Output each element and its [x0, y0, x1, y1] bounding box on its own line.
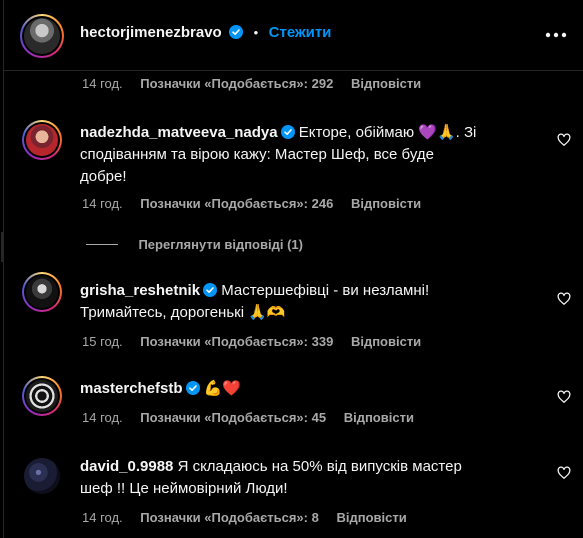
separator-dot: •	[253, 25, 259, 40]
comment-body: masterchefstb 💪❤️	[80, 378, 540, 400]
commenter-avatar-ring[interactable]	[22, 376, 62, 416]
verified-badge-icon	[280, 125, 295, 139]
commenter-username[interactable]: masterchefstb	[80, 380, 183, 397]
like-heart-icon[interactable]	[557, 292, 571, 306]
comment-text-line: шеф !! Це неймовірний Люди!	[80, 480, 288, 497]
replies-divider	[86, 244, 118, 245]
comments-panel: hectorjimenezbravo • Стежити 14 год. Поз…	[1, 0, 583, 538]
comment-item: grisha_reshetnik Мастершефівці - ви незл…	[4, 262, 583, 352]
reply-button[interactable]: Відповісти	[336, 510, 406, 525]
comment-likes[interactable]: Позначки «Подобається»: 339	[140, 334, 333, 349]
comment-text-line: Тримайтесь, дорогенькі 🙏🫶	[80, 304, 286, 321]
commenter-avatar	[26, 124, 58, 156]
verified-badge-icon	[203, 283, 218, 297]
author-avatar-ring[interactable]	[20, 14, 64, 58]
comment-body: nadezhda_matveeva_nadya Екторе, обіймаю …	[80, 122, 540, 188]
comment-time[interactable]: 14 год.	[82, 196, 123, 211]
commenter-avatar-ring[interactable]	[22, 120, 62, 160]
reply-button[interactable]: Відповісти	[351, 196, 421, 211]
comment-meta: 14 год. Позначки «Подобається»: 246 Відп…	[82, 196, 435, 211]
comment-likes[interactable]: Позначки «Подобається»: 246	[140, 196, 333, 211]
comment-item: david_0.9988 Я складаюсь на 50% від випу…	[4, 448, 583, 538]
view-replies-button[interactable]: Переглянути відповіді (1)	[86, 236, 303, 254]
comment-text-line: сподіванням та вірою кажу: Мастер Шеф, в…	[80, 146, 434, 163]
comment-likes[interactable]: Позначки «Подобається»: 45	[140, 410, 326, 425]
comment-time[interactable]: 15 год.	[82, 334, 123, 349]
comment-time[interactable]: 14 год.	[82, 510, 123, 525]
edge-divider	[1, 232, 4, 262]
commenter-username[interactable]: grisha_reshetnik	[80, 282, 200, 299]
comment-body: grisha_reshetnik Мастершефівці - ви незл…	[80, 280, 540, 324]
view-replies-label: Переглянути відповіді (1)	[138, 237, 303, 252]
comment-body: david_0.9988 Я складаюсь на 50% від випу…	[80, 456, 540, 500]
comment-text: Я складаюсь на 50% від випусків мастер	[177, 458, 462, 475]
commenter-avatar	[26, 380, 58, 412]
comment-text: Екторе, обіймаю 💜🙏. Зі	[298, 124, 477, 141]
commenter-avatar[interactable]	[24, 458, 60, 494]
reply-button[interactable]: Відповісти	[351, 334, 421, 349]
comment-likes[interactable]: Позначки «Подобається»: 292	[140, 76, 333, 91]
comment-likes[interactable]: Позначки «Подобається»: 8	[140, 510, 319, 525]
reply-button[interactable]: Відповісти	[351, 76, 421, 91]
verified-badge-icon	[229, 25, 244, 39]
reply-button[interactable]: Відповісти	[344, 410, 414, 425]
verified-badge-icon	[185, 381, 200, 395]
commenter-username[interactable]: nadezhda_matveeva_nadya	[80, 124, 278, 141]
comment-meta: 14 год. Позначки «Подобається»: 45 Відпо…	[82, 410, 428, 425]
comment-item: masterchefstb 💪❤️ 14 год. Позначки «Подо…	[4, 366, 583, 436]
like-heart-icon[interactable]	[557, 133, 571, 147]
comment-time[interactable]: 14 год.	[82, 76, 123, 91]
comment-meta: 14 год. Позначки «Подобається»: 8 Відпов…	[82, 510, 421, 525]
comment-item: nadezhda_matveeva_nadya Екторе, обіймаю …	[4, 110, 583, 230]
comment-text-line: добре!	[80, 168, 127, 185]
like-heart-icon[interactable]	[557, 390, 571, 404]
commenter-avatar-ring[interactable]	[22, 272, 62, 312]
author-avatar	[24, 18, 60, 54]
comment-text: 💪❤️	[203, 380, 242, 397]
comment-time[interactable]: 14 год.	[82, 410, 123, 425]
follow-button[interactable]: Стежити	[269, 24, 332, 41]
commenter-username[interactable]: david_0.9988	[80, 458, 173, 475]
post-header: hectorjimenezbravo • Стежити	[4, 0, 583, 71]
like-heart-icon[interactable]	[557, 466, 571, 480]
commenter-avatar	[26, 276, 58, 308]
comment-meta: 14 год. Позначки «Подобається»: 292 Відп…	[82, 76, 435, 91]
more-horizontal-icon[interactable]	[544, 30, 568, 40]
author-username[interactable]: hectorjimenezbravo	[80, 24, 222, 41]
comment-text: Мастершефівці - ви незламні!	[221, 282, 430, 299]
comment-meta: 15 год. Позначки «Подобається»: 339 Відп…	[82, 334, 435, 349]
